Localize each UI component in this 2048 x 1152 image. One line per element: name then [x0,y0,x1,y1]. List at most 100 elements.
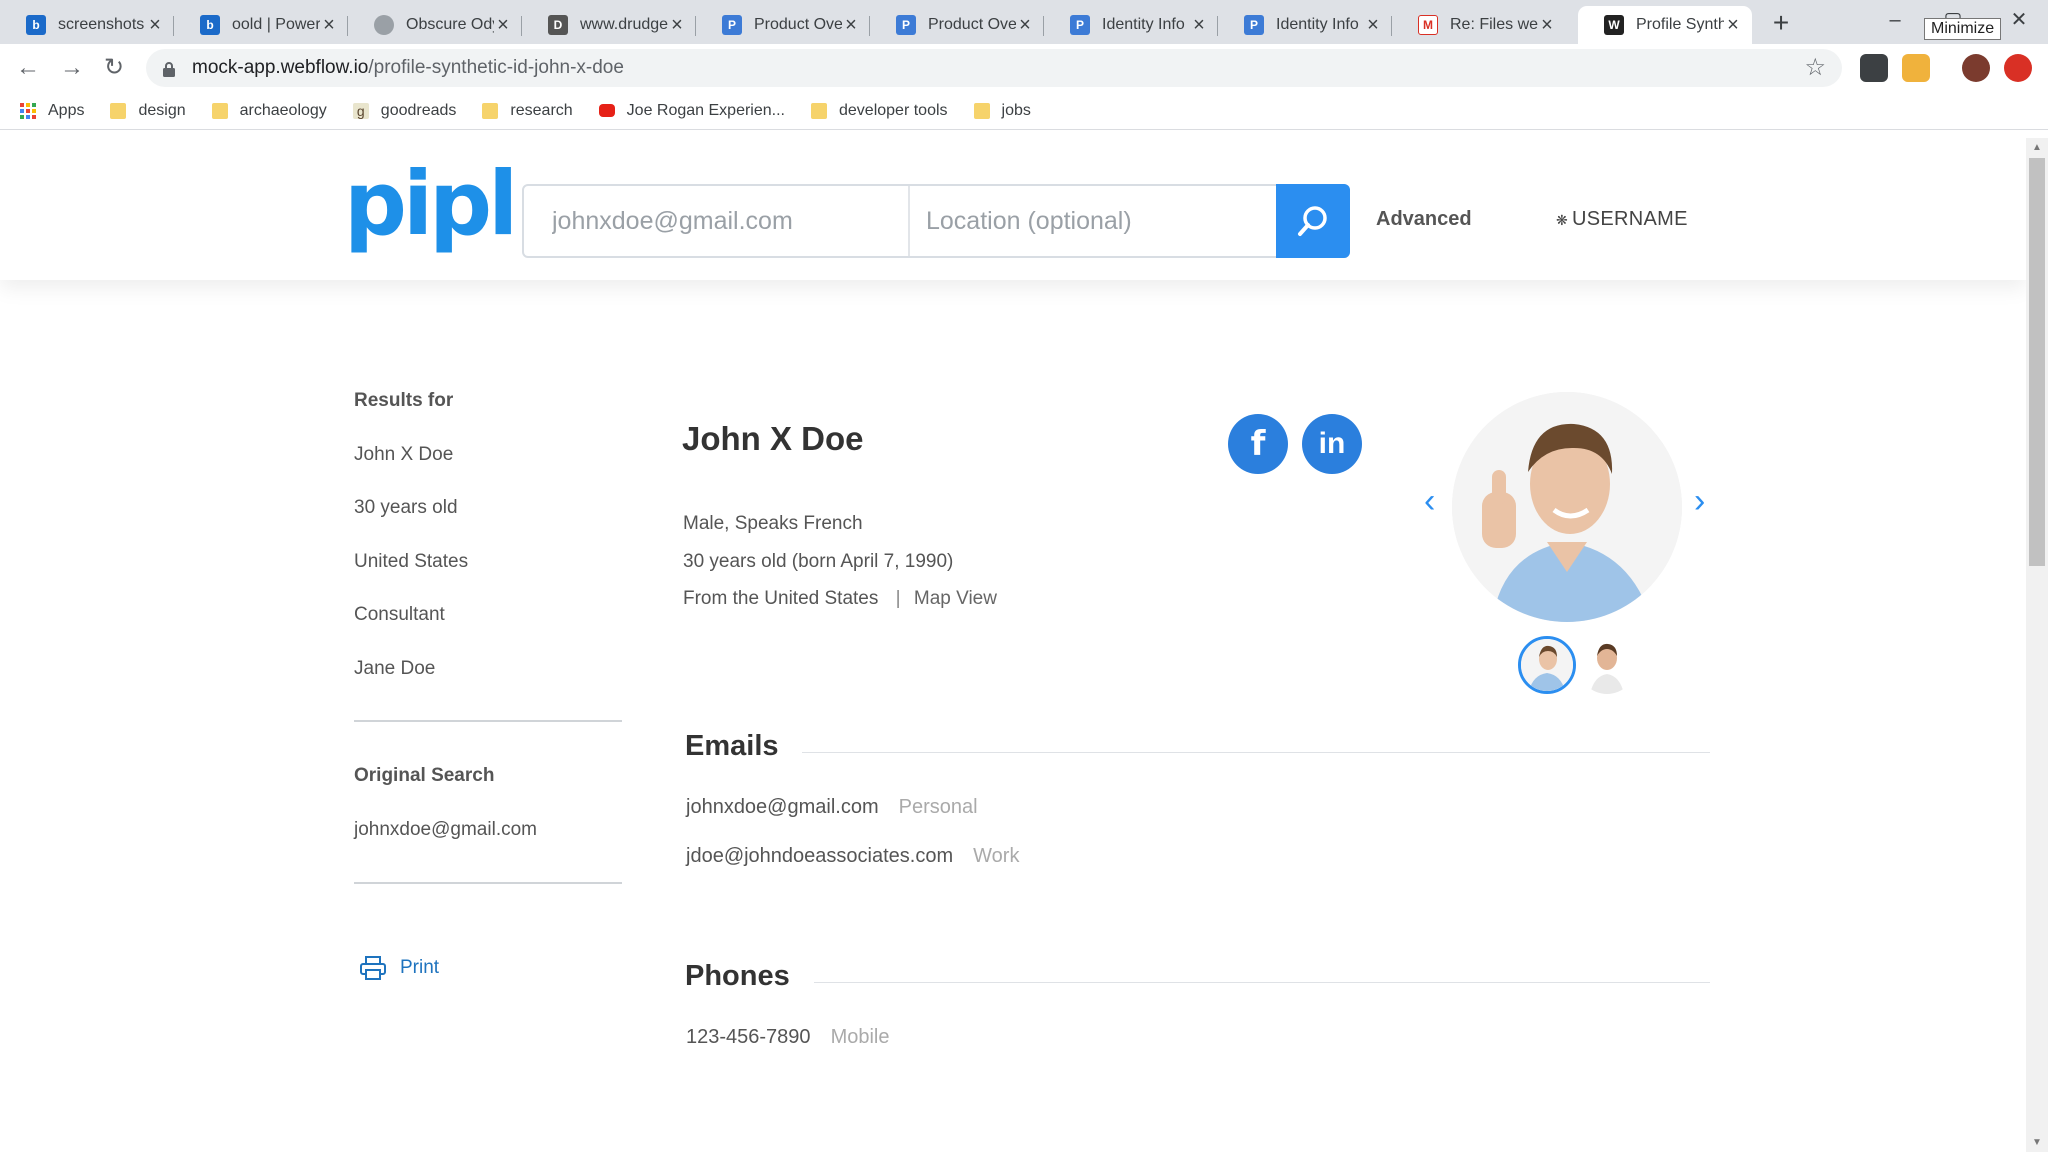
scroll-down-arrow-icon[interactable]: ▼ [2026,1137,2048,1148]
extension-red-icon[interactable] [2004,54,2032,82]
tab-close-icon[interactable]: × [320,14,338,37]
map-view-link[interactable]: Map View [914,588,997,609]
tab-profile-synthetic[interactable]: W Profile Synth × [1578,6,1752,44]
extension-dots-icon[interactable] [1860,54,1888,82]
facebook-button[interactable]: f [1228,414,1288,474]
tab-gmail[interactable]: M Re: Files we × [1392,6,1566,44]
tab-title: Product Ove [754,16,842,33]
box-favicon-icon: b [26,15,46,35]
location-input[interactable] [910,186,1274,256]
phones-divider [814,982,1710,983]
photo-thumbnail-1[interactable] [1518,636,1576,694]
tab-drudge[interactable]: D www.drudge × [522,6,696,44]
bookmark-archaeology[interactable]: archaeology [211,102,327,120]
tab-obscure-odyssey[interactable]: Obscure Ody × [348,6,522,44]
tab-close-icon[interactable]: × [1190,14,1208,37]
printer-icon [360,956,386,980]
bookmark-apps[interactable]: Apps [20,102,84,120]
goodreads-icon: g [352,102,369,119]
page-content: pipl Advanced ❋USERNAME Results for John… [0,138,2026,1152]
original-search-label: Original Search [354,765,495,786]
apps-grid-icon [20,102,36,119]
email-type: Personal [898,796,978,818]
phones-heading: Phones [685,960,790,992]
drudge-favicon-icon: D [548,15,568,35]
profile-name: John X Doe [682,420,864,457]
username-menu[interactable]: ❋ USERNAME [1556,208,1688,231]
folder-icon [811,102,827,119]
tab-close-icon[interactable]: × [1724,14,1742,37]
webflow-favicon-icon: W [1604,15,1624,35]
site-header: pipl Advanced ❋USERNAME [0,138,2026,280]
result-name[interactable]: John X Doe [354,444,453,466]
tab-oold-power[interactable]: b oold | Power × [174,6,348,44]
tab-product-overview-2[interactable]: P Product Ove × [870,6,1044,44]
email-entry: johnxdoe@gmail.com Personal [686,796,978,819]
tab-close-icon[interactable]: × [1016,14,1034,37]
forward-arrow-icon[interactable]: → [54,50,90,86]
tab-strip: b screenshots × b oold | Power × Obscure… [0,0,2048,44]
result-country[interactable]: United States [354,551,468,573]
tab-title: Identity Info [1276,16,1359,33]
new-tab-plus-icon[interactable]: + [1764,6,1798,40]
original-search-value[interactable]: johnxdoe@gmail.com [354,819,537,841]
search-input[interactable] [524,186,910,256]
photo-prev-arrow-icon[interactable]: ‹ [1424,482,1435,521]
minimize-icon[interactable]: – [1866,0,1924,44]
scroll-up-arrow-icon[interactable]: ▲ [2026,142,2048,153]
page-scrollbar[interactable]: ▲ ▼ [2026,138,2048,1152]
photo-next-arrow-icon[interactable]: › [1694,482,1705,521]
tab-close-icon[interactable]: × [842,14,860,37]
photo-thumbnail-2[interactable] [1578,636,1636,694]
reload-icon[interactable]: ↻ [96,50,132,86]
tab-close-icon[interactable]: × [1538,14,1556,37]
advanced-link[interactable]: Advanced [1376,208,1472,231]
email-type: Work [973,845,1020,867]
result-age[interactable]: 30 years old [354,497,458,519]
email-address[interactable]: johnxdoe@gmail.com [686,796,879,818]
tab-identity-info-1[interactable]: P Identity Info × [1044,6,1218,44]
profile-avatar[interactable] [1962,54,1990,82]
print-button[interactable]: Print [360,956,439,980]
email-address[interactable]: jdoe@johndoeassociates.com [686,845,953,867]
extension-robot-icon[interactable] [1902,54,1930,82]
bookmark-label: Apps [48,101,85,119]
phone-number[interactable]: 123-456-7890 [686,1026,811,1048]
origin-text: From the United States [683,588,879,609]
result-occupation[interactable]: Consultant [354,604,445,626]
minimize-tooltip: Minimize [1924,18,2002,40]
bookmark-research[interactable]: research [482,102,573,120]
youtube-icon [598,104,615,117]
tab-close-icon[interactable]: × [1364,14,1382,37]
gmail-favicon-icon: M [1418,15,1438,35]
address-bar[interactable]: mock-app.webflow.io/profile-synthetic-id… [146,49,1842,87]
tab-close-icon[interactable]: × [668,14,686,37]
emails-divider [802,752,1710,753]
tab-close-icon[interactable]: × [494,14,512,37]
bookmark-jobs[interactable]: jobs [973,102,1031,120]
box-favicon-icon: b [200,15,220,35]
pipl-logo[interactable]: pipl [344,160,518,248]
tab-close-icon[interactable]: × [146,14,164,37]
person-thumbnail-illustration [1521,639,1573,691]
person-thumbnail-illustration [1578,636,1636,694]
bookmark-goodreads[interactable]: g goodreads [352,102,456,120]
tab-title: oold | Power [232,16,320,33]
result-relative[interactable]: Jane Doe [354,658,435,680]
tab-screenshots[interactable]: b screenshots × [0,6,174,44]
linkedin-button[interactable]: in [1302,414,1362,474]
lock-icon [162,61,176,77]
emails-heading: Emails [685,730,779,762]
tab-identity-info-2[interactable]: P Identity Info × [1218,6,1392,44]
folder-icon [110,102,127,119]
tab-product-overview-1[interactable]: P Product Ove × [696,6,870,44]
phone-entry: 123-456-7890 Mobile [686,1026,889,1049]
bookmark-star-icon[interactable]: ☆ [1804,53,1826,82]
folder-icon [482,102,499,119]
bookmark-developer-tools[interactable]: developer tools [811,102,948,120]
bookmark-joe-rogan[interactable]: Joe Rogan Experien... [598,102,785,120]
bookmark-design[interactable]: design [110,102,186,120]
search-button[interactable] [1276,184,1350,258]
back-arrow-icon[interactable]: ← [10,50,46,86]
scrollbar-thumb[interactable] [2029,158,2045,566]
